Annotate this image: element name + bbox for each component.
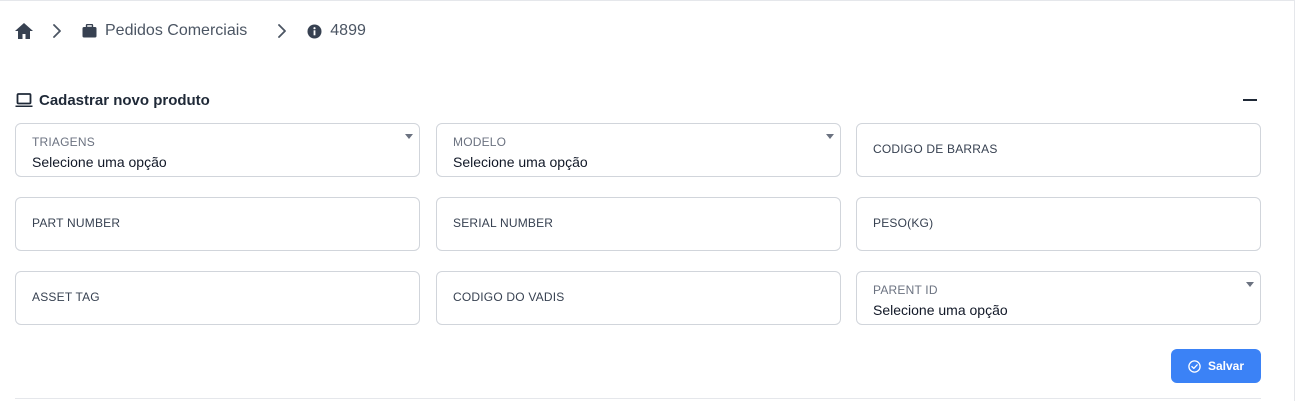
codigo-vadis-input[interactable]: CODIGO DO VADIS — [436, 271, 841, 325]
section-title: Cadastrar novo produto — [39, 91, 210, 109]
minus-icon[interactable] — [1239, 89, 1261, 111]
breadcrumb-item-id: 4899 — [330, 22, 366, 39]
info-circle-icon — [307, 24, 322, 39]
chevron-right-icon — [277, 24, 287, 38]
top-border — [0, 0, 1295, 1]
chevron-right-icon — [52, 24, 62, 38]
triagens-select[interactable]: TRIAGENS Selecione uma opção — [15, 123, 420, 177]
caret-down-icon — [405, 134, 413, 139]
section-header: Cadastrar novo produto — [15, 89, 1261, 111]
check-circle-icon — [1188, 359, 1201, 373]
breadcrumb-item-pedidos[interactable]: Pedidos Comerciais — [105, 22, 247, 40]
modelo-label: MODELO — [453, 135, 507, 149]
modelo-select[interactable]: MODELO Selecione uma opção — [436, 123, 841, 177]
home-icon[interactable] — [14, 22, 34, 40]
part-number-placeholder: PART NUMBER — [32, 216, 121, 230]
codigo-barras-input[interactable]: CODIGO DE BARRAS — [856, 123, 1261, 177]
part-number-input[interactable]: PART NUMBER — [15, 197, 420, 251]
caret-down-icon — [1246, 282, 1254, 287]
bottom-divider — [15, 398, 1261, 399]
parent-id-value: Selecione uma opção — [873, 302, 1008, 318]
breadcrumb: Pedidos Comerciais 4899 — [14, 20, 366, 42]
caret-down-icon — [826, 134, 834, 139]
peso-input[interactable]: PESO(KG) — [856, 197, 1261, 251]
peso-placeholder: PESO(KG) — [873, 216, 934, 230]
serial-number-placeholder: SERIAL NUMBER — [453, 216, 554, 230]
save-button-label: Salvar — [1207, 359, 1245, 373]
save-button[interactable]: Salvar — [1171, 349, 1261, 383]
triagens-label: TRIAGENS — [32, 135, 95, 149]
triagens-value: Selecione uma opção — [32, 154, 167, 170]
asset-tag-placeholder: ASSET TAG — [32, 290, 100, 304]
modelo-value: Selecione uma opção — [453, 154, 588, 170]
parent-id-select[interactable]: PARENT ID Selecione uma opção — [856, 271, 1261, 325]
codigo-barras-placeholder: CODIGO DE BARRAS — [873, 142, 998, 156]
asset-tag-input[interactable]: ASSET TAG — [15, 271, 420, 325]
parent-id-label: PARENT ID — [873, 283, 938, 297]
briefcase-icon — [82, 24, 97, 38]
laptop-icon — [15, 92, 33, 108]
codigo-vadis-placeholder: CODIGO DO VADIS — [453, 290, 565, 304]
serial-number-input[interactable]: SERIAL NUMBER — [436, 197, 841, 251]
